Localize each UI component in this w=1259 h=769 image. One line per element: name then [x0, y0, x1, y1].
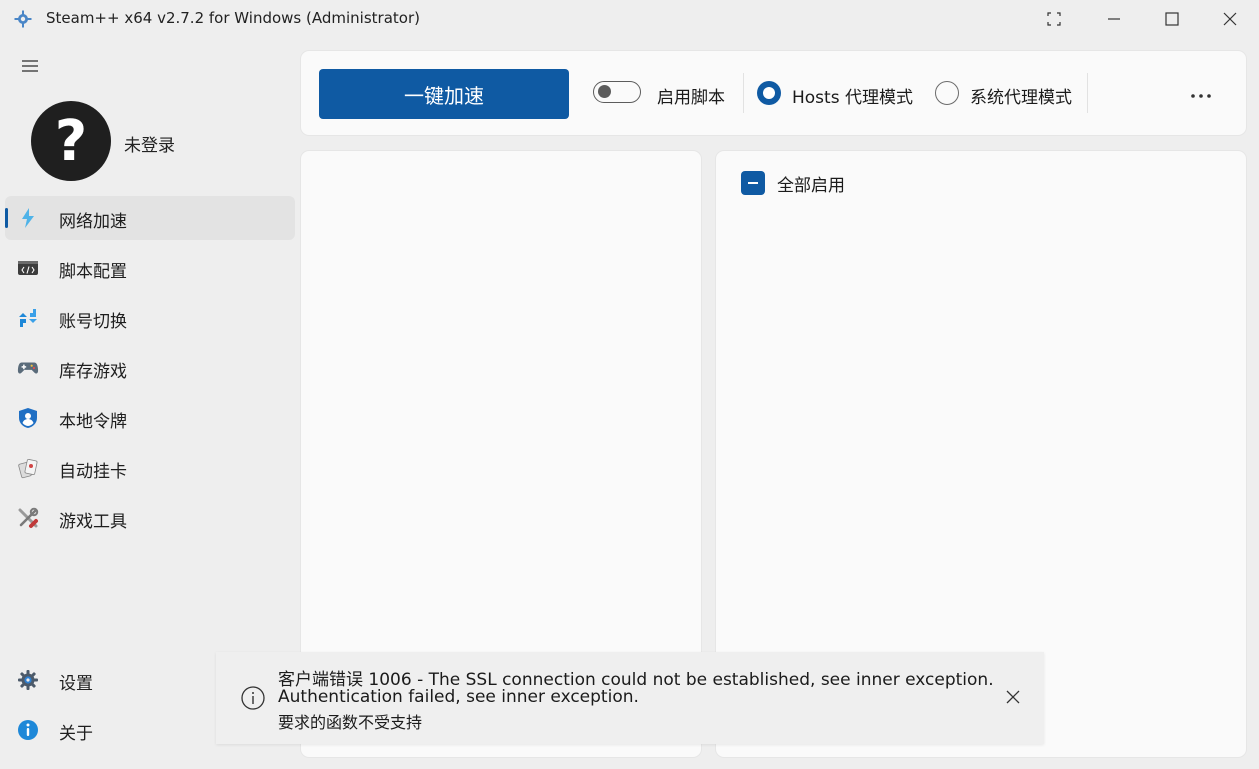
sidebar-item-label: 账号切换	[59, 312, 127, 332]
close-window-button[interactable]	[1201, 0, 1259, 38]
more-options-button[interactable]	[1181, 79, 1221, 107]
enable-script-label[interactable]: 启用脚本	[657, 83, 725, 108]
code-window-icon	[17, 257, 39, 279]
accelerate-toolbar: 一键加速 启用脚本 Hosts 代理模式 系统代理模式	[301, 51, 1246, 135]
sidebar-item-local-token[interactable]: 本地令牌	[5, 396, 295, 440]
fullscreen-icon	[1046, 11, 1062, 27]
toolbar-divider	[1087, 73, 1088, 113]
active-indicator	[5, 208, 8, 228]
lightning-icon	[17, 207, 39, 229]
hamburger-menu-icon	[22, 58, 38, 77]
system-proxy-label[interactable]: 系统代理模式	[970, 83, 1072, 108]
cards-icon	[17, 457, 39, 479]
minimize-button[interactable]	[1085, 0, 1143, 38]
sidebar-item-label: 库存游戏	[59, 362, 127, 382]
toggle-knob	[598, 85, 611, 98]
sidebar-item-label: 自动挂卡	[59, 462, 127, 482]
close-icon	[1222, 11, 1238, 27]
shield-user-icon	[17, 407, 39, 429]
login-status-label[interactable]: 未登录	[124, 131, 175, 156]
hamburger-menu-button[interactable]	[17, 56, 43, 78]
title-bar: Steam++ x64 v2.7.2 for Windows (Administ…	[0, 0, 1259, 38]
error-toast: 客户端错误 1006 - The SSL connection could no…	[216, 652, 1044, 744]
hosts-proxy-label[interactable]: Hosts 代理模式	[792, 83, 913, 108]
more-horizontal-icon	[1190, 84, 1212, 103]
fullscreen-button[interactable]	[1025, 0, 1083, 38]
maximize-icon	[1164, 11, 1180, 27]
minimize-icon	[1106, 11, 1122, 27]
enable-script-toggle[interactable]	[593, 81, 641, 103]
info-icon	[17, 719, 39, 741]
indeterminate-dash	[748, 182, 758, 184]
app-logo-icon	[14, 10, 32, 28]
switch-arrows-icon	[17, 307, 39, 329]
toast-close-button[interactable]	[1001, 686, 1025, 710]
gamepad-icon	[17, 357, 39, 379]
close-icon	[1006, 689, 1020, 708]
tools-icon	[17, 507, 39, 529]
window-title: Steam++ x64 v2.7.2 for Windows (Administ…	[46, 9, 420, 27]
toast-message-line: 要求的函数不受支持	[278, 713, 423, 732]
toolbar-divider	[743, 73, 744, 113]
radio-dot	[763, 87, 775, 99]
gear-icon	[17, 669, 39, 691]
hosts-proxy-radio[interactable]	[757, 81, 781, 105]
enable-all-checkbox[interactable]	[741, 171, 765, 195]
sidebar-item-label: 网络加速	[59, 212, 127, 232]
sidebar-item-game-tools[interactable]: 游戏工具	[5, 496, 295, 540]
maximize-button[interactable]	[1143, 0, 1201, 38]
info-circle-icon	[241, 686, 265, 710]
sidebar-item-label: 脚本配置	[59, 262, 127, 282]
sidebar-item-library-games[interactable]: 库存游戏	[5, 346, 295, 390]
enable-all-label[interactable]: 全部启用	[777, 171, 845, 196]
one-click-accelerate-button[interactable]: 一键加速	[319, 69, 569, 119]
sidebar-item-label: 关于	[59, 724, 93, 744]
sidebar-item-auto-idle-cards[interactable]: 自动挂卡	[5, 446, 295, 490]
sidebar-item-label: 本地令牌	[59, 412, 127, 432]
sidebar-item-label: 设置	[59, 674, 93, 694]
sidebar-item-script-config[interactable]: 脚本配置	[5, 246, 295, 290]
system-proxy-radio[interactable]	[935, 81, 959, 105]
avatar[interactable]: ?	[31, 101, 111, 181]
sidebar-item-account-switch[interactable]: 账号切换	[5, 296, 295, 340]
toast-message-line: Authentication failed, see inner excepti…	[278, 687, 639, 707]
sidebar-item-label: 游戏工具	[59, 512, 127, 532]
sidebar-item-network-accelerate[interactable]: 网络加速	[5, 196, 295, 240]
